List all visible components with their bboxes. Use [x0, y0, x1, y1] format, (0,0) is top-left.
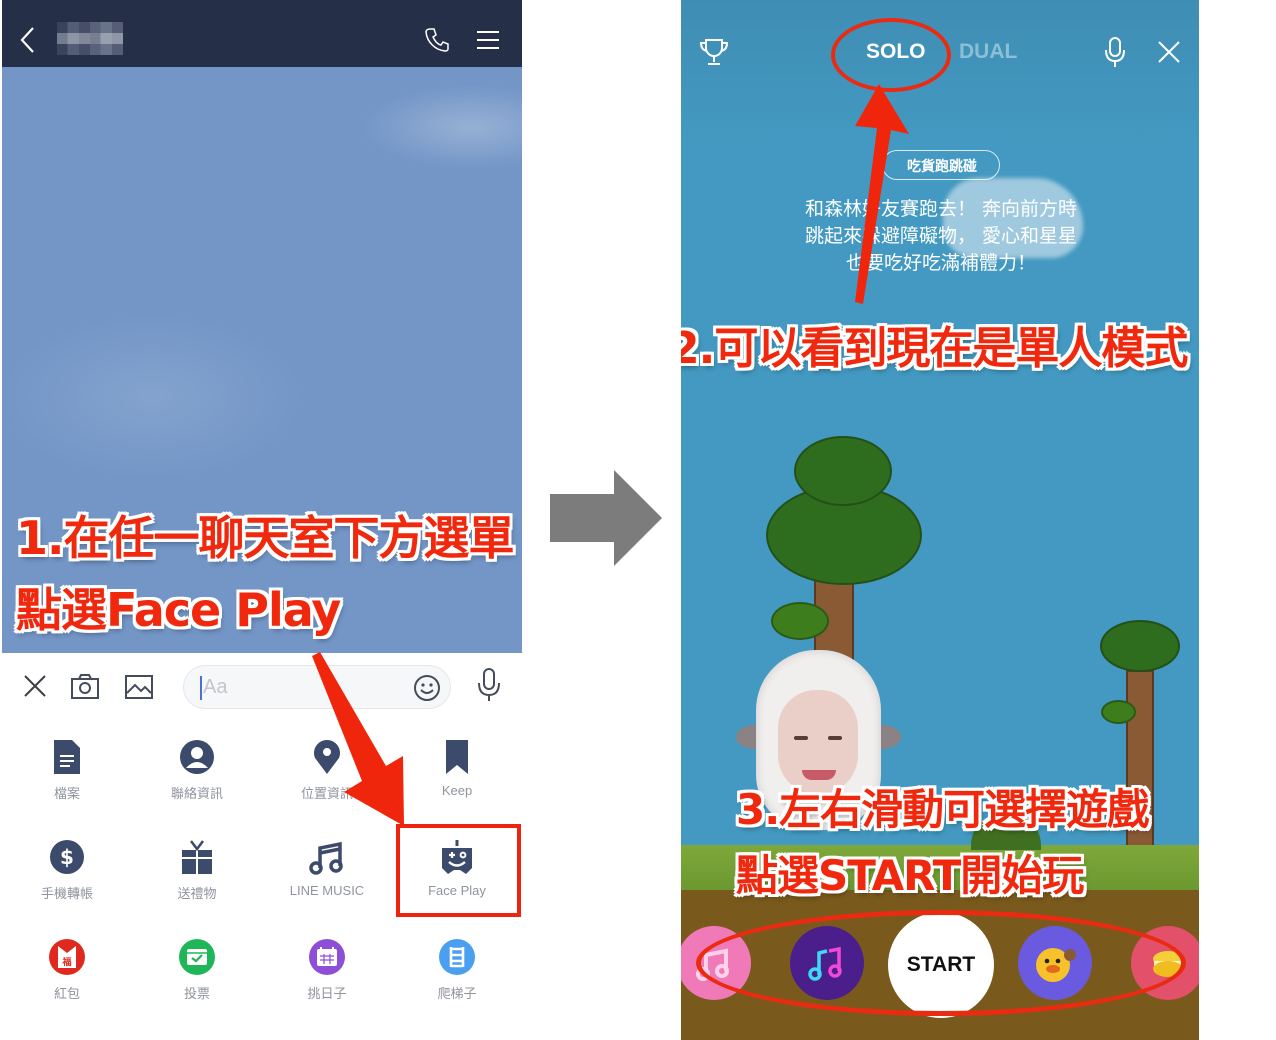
smiley-icon[interactable]: [412, 673, 442, 703]
face-play-screen: SOLO DUAL 吃貨跑跳碰 和森林好友賽跑去！ 奔向前方時 跳起來躲避障礙物…: [681, 0, 1199, 1040]
annotation-step-3-line-2: 點選START開始玩: [736, 851, 1084, 900]
menu-item-label: Keep: [441, 783, 473, 798]
menu-item-keep[interactable]: Keep: [392, 725, 522, 815]
menu-item-gift[interactable]: 送禮物: [132, 825, 262, 915]
camera-icon[interactable]: [70, 671, 100, 701]
menu-item-transfer[interactable]: $ 手機轉帳: [2, 825, 132, 915]
game-description: 和森林好友賽跑去！ 奔向前方時 跳起來躲避障礙物， 愛心和星星 也要吃好吃滿補體…: [761, 196, 1121, 277]
step-transition-arrow-icon: [550, 470, 662, 566]
contact-name-blurred: [57, 22, 123, 55]
game-description-line: 和森林好友賽跑去！ 奔向前方時: [804, 198, 1078, 220]
menu-item-label: 爬梯子: [437, 986, 477, 1001]
image-icon[interactable]: [124, 671, 154, 701]
game-description-line: 跳起來躲避障礙物， 愛心和星星: [804, 225, 1078, 247]
menu-item-label: 位置資訊: [300, 786, 353, 801]
annotation-step-3-line-1: 3.左右滑動可選擇遊戲: [736, 785, 1149, 834]
menu-item-label: 投票: [183, 986, 210, 1001]
menu-item-ladder[interactable]: 爬梯子: [392, 925, 522, 1015]
menu-item-location[interactable]: 位置資訊: [262, 725, 392, 815]
mode-tab-dual[interactable]: DUAL: [959, 40, 1017, 64]
phone-icon[interactable]: [424, 27, 450, 53]
file-icon: [54, 740, 80, 774]
vote-icon: [179, 939, 215, 975]
message-input[interactable]: Aa: [183, 665, 451, 709]
menu-item-red-envelope[interactable]: 福 紅包: [2, 925, 132, 1015]
close-icon[interactable]: [20, 671, 50, 701]
red-envelope-icon: 福: [49, 939, 85, 975]
game-description-line: 也要吃好吃滿補體力！: [845, 252, 1036, 274]
contact-icon: [180, 740, 214, 774]
game-title-badge: 吃貨跑跳碰: [882, 150, 1000, 180]
microphone-icon[interactable]: [1103, 36, 1127, 68]
ladder-icon: [439, 939, 475, 975]
chevron-left-icon[interactable]: [18, 26, 38, 54]
menu-item-label: 挑日子: [307, 986, 347, 1001]
trophy-icon[interactable]: [699, 38, 729, 66]
solo-highlight-ellipse: [831, 18, 951, 92]
chat-header: [2, 0, 522, 67]
annotation-step-2: 2.可以看到現在是單人模式: [681, 323, 1188, 374]
face-play-highlight-box: [396, 824, 521, 917]
music-note-icon: [309, 841, 343, 875]
menu-item-label: 送禮物: [177, 886, 217, 901]
gift-icon: [182, 840, 212, 874]
menu-item-label: 紅包: [53, 986, 80, 1001]
game-title: 吃貨跑跳碰: [907, 159, 977, 175]
message-input-bar: Aa: [2, 653, 522, 719]
location-pin-icon: [314, 740, 340, 774]
menu-item-label: 手機轉帳: [40, 886, 93, 901]
carousel-highlight-ellipse: [696, 910, 1186, 1016]
hamburger-menu-icon[interactable]: [476, 30, 500, 50]
calendar-icon: [309, 939, 345, 975]
menu-item-file[interactable]: 檔案: [2, 725, 132, 815]
menu-item-line-music[interactable]: LINE MUSIC: [262, 825, 392, 915]
text-caret: [200, 676, 202, 700]
menu-item-schedule[interactable]: 挑日子: [262, 925, 392, 1015]
bookmark-icon: [446, 740, 468, 774]
menu-item-contact[interactable]: 聯絡資訊: [132, 725, 262, 815]
message-placeholder: Aa: [203, 676, 228, 698]
annotation-step-1-line-1: 1.在任一聊天室下方選單: [16, 511, 514, 565]
menu-item-label: LINE MUSIC: [289, 883, 365, 898]
menu-item-label: 檔案: [53, 786, 80, 801]
svg-text:福: 福: [61, 956, 71, 968]
annotation-step-1-line-2: 點選Face Play: [16, 583, 341, 637]
menu-item-vote[interactable]: 投票: [132, 925, 262, 1015]
svg-text:$: $: [60, 845, 74, 869]
close-icon[interactable]: [1157, 40, 1181, 64]
dollar-icon: $: [50, 840, 84, 874]
microphone-icon[interactable]: [474, 667, 504, 703]
menu-item-label: 聯絡資訊: [170, 786, 223, 801]
